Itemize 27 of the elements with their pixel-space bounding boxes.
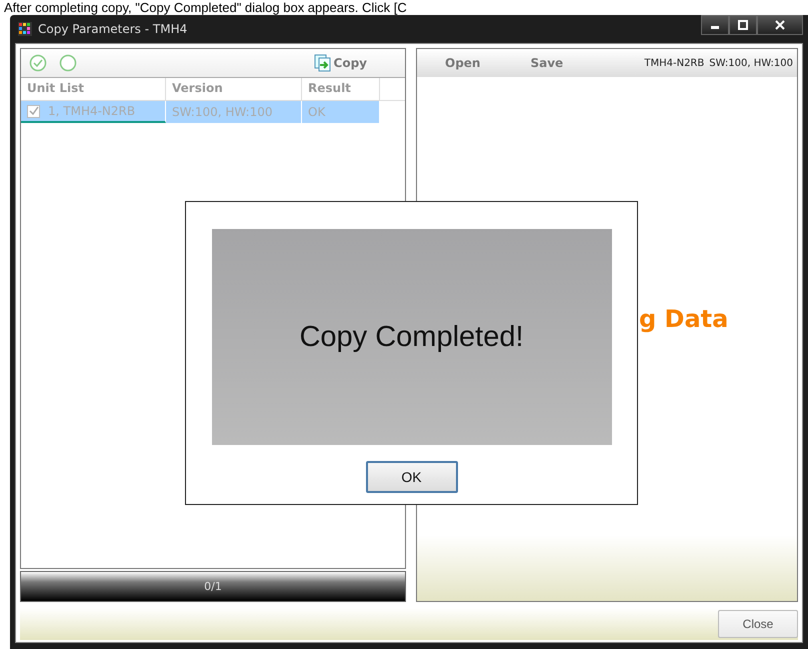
checkbox[interactable] bbox=[27, 104, 40, 118]
minimize-button[interactable] bbox=[701, 15, 729, 35]
table-cell: OK bbox=[302, 101, 380, 123]
save-button[interactable]: Save bbox=[530, 56, 564, 70]
placeholder-text: g Data bbox=[639, 305, 728, 333]
progress-text: 0/1 bbox=[204, 580, 222, 593]
close-window-button[interactable] bbox=[757, 15, 803, 35]
window-title: Copy Parameters - TMH4 bbox=[38, 22, 188, 36]
ok-button[interactable]: OK bbox=[366, 461, 458, 493]
check-circle-icon[interactable] bbox=[29, 54, 47, 72]
maximize-icon bbox=[738, 20, 748, 30]
close-icon bbox=[775, 20, 785, 30]
column-header: Result bbox=[302, 78, 380, 100]
grid-icon bbox=[18, 22, 32, 36]
device-model: TMH4-N2RB bbox=[644, 58, 704, 68]
copy-button[interactable]: Copy bbox=[314, 54, 367, 72]
column-header: Unit List bbox=[21, 78, 166, 100]
device-version: SW:100, HW:100 bbox=[709, 58, 793, 68]
caption-text: After completing copy, "Copy Completed" dialog box appears. Click [C bbox=[3, 0, 408, 15]
maximize-button[interactable] bbox=[729, 15, 757, 35]
table-cell: 1, TMH4-N2RB bbox=[48, 104, 136, 118]
open-button[interactable]: Open bbox=[445, 56, 480, 70]
table-cell: SW:100, HW:100 bbox=[166, 101, 302, 123]
copy-icon bbox=[314, 54, 332, 72]
column-header: Version bbox=[166, 78, 302, 100]
close-button[interactable]: Close bbox=[718, 610, 798, 638]
message-text: Copy Completed! bbox=[299, 320, 524, 354]
